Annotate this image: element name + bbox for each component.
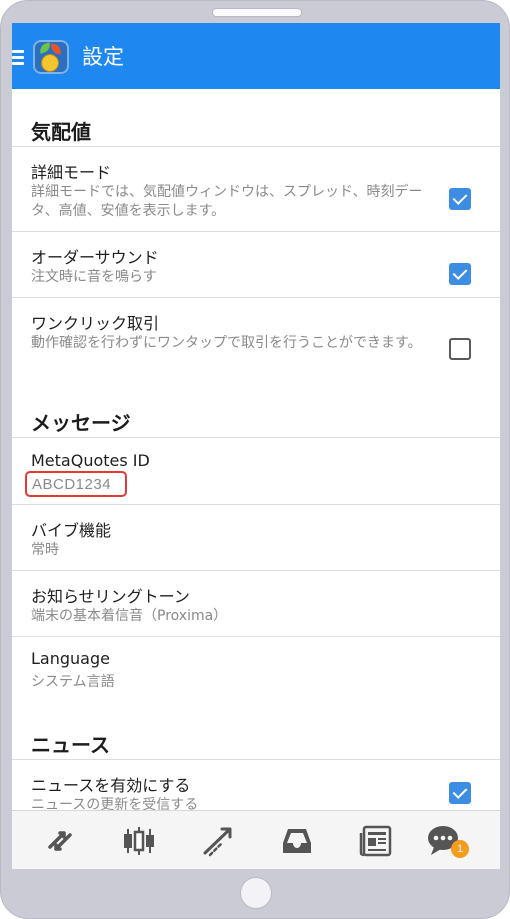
news-icon[interactable] (358, 823, 394, 859)
phone-speaker (212, 8, 302, 17)
setting-title: オーダーサウンド (31, 248, 159, 267)
setting-title: MetaQuotes ID (31, 451, 150, 470)
app-bar: 設定 (12, 23, 500, 89)
highlight-box (25, 471, 127, 497)
setting-title: Language (31, 649, 110, 668)
bottom-navigation: 1 (12, 810, 500, 869)
setting-title: バイブ機能 (31, 521, 112, 540)
divider (12, 146, 500, 147)
divider (12, 636, 500, 637)
phone-frame: 設定 気配値 詳細モード 詳細モードでは、気配値ウィンドウは、スプレッド、時刻デ… (0, 0, 510, 919)
section-header-messages: メッセージ (31, 411, 131, 435)
setting-subtitle: 詳細モードでは、気配値ウィンドウは、スプレッド、時刻データ、高値、安値を表示しま… (31, 184, 423, 219)
setting-subtitle: 端末の基本着信音（Proxima） (31, 608, 228, 624)
setting-title: 詳細モード (31, 163, 112, 182)
setting-subtitle: 常時 (31, 542, 59, 558)
divider (12, 231, 500, 232)
menu-icon[interactable] (12, 50, 24, 65)
divider (12, 570, 500, 571)
chat-unread-badge: 1 (451, 840, 469, 858)
setting-subtitle: システム言語 (31, 674, 115, 690)
section-header-quotes: 気配値 (31, 120, 91, 144)
advanced-mode-checkbox[interactable] (449, 188, 471, 210)
quotes-icon[interactable] (42, 823, 78, 859)
section-header-news: ニュース (31, 733, 110, 757)
setting-subtitle: 注文時に音を鳴らす (31, 269, 157, 285)
app-logo-icon (33, 40, 69, 74)
divider (12, 297, 500, 298)
setting-title: ワンクリック取引 (31, 314, 160, 333)
divider (12, 504, 500, 505)
app-screen: 設定 気配値 詳細モード 詳細モードでは、気配値ウィンドウは、スプレッド、時刻デ… (12, 23, 500, 869)
page-title: 設定 (82, 45, 124, 69)
enable-news-checkbox[interactable] (449, 782, 471, 804)
setting-title: お知らせリングトーン (31, 587, 190, 606)
chart-icon[interactable] (121, 823, 157, 859)
history-icon[interactable] (279, 823, 315, 859)
divider (12, 759, 500, 760)
divider (12, 437, 500, 438)
setting-title: ニュースを有効にする (31, 776, 191, 795)
trade-icon[interactable] (200, 823, 236, 859)
order-sound-checkbox[interactable] (449, 263, 471, 285)
setting-subtitle: 動作確認を行わずにワンタップで取引を行うことができます。 (31, 335, 422, 351)
one-click-trading-checkbox[interactable] (449, 338, 471, 360)
home-button[interactable] (240, 877, 272, 909)
